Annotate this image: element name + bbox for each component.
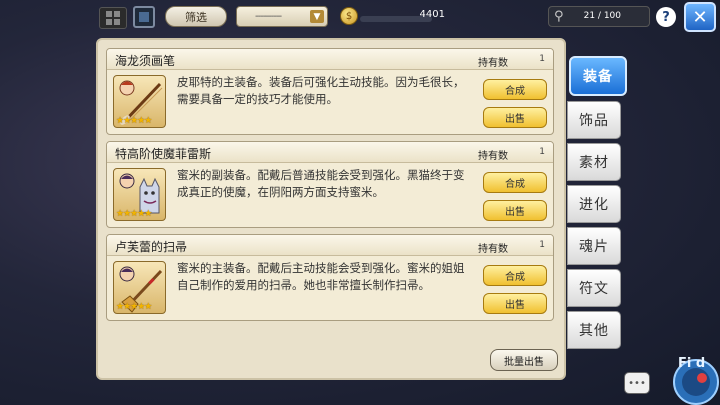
help-button[interactable]: ? bbox=[656, 7, 676, 27]
familiar-cat-icon[interactable]: ★★★★★ bbox=[113, 168, 166, 221]
craft-button[interactable]: 合成 bbox=[483, 172, 547, 193]
grid-view-button[interactable] bbox=[99, 7, 127, 29]
item-card: 海龙须画笔 持有数 1 ★★★★★ 皮耶特的主装备。装备后可强化主动技能。因为毛… bbox=[106, 48, 554, 135]
gold-coin-icon: $ bbox=[340, 7, 358, 25]
item-description: 蜜米的副装备。配戴后普通技能会受到强化。黑猫终于变成真正的使魔，在阴阳两方面支持… bbox=[177, 168, 465, 199]
close-button[interactable]: ✕ bbox=[684, 2, 716, 32]
owned-label: 持有数 bbox=[478, 244, 508, 255]
sort-dropdown-value: ---------- bbox=[255, 11, 282, 22]
craft-button[interactable]: 合成 bbox=[483, 265, 547, 286]
brush-weapon-icon[interactable]: ★★★★★ bbox=[113, 75, 166, 128]
capacity-value: 21 / 100 bbox=[583, 11, 621, 21]
rarity-stars: ★★★★★ bbox=[116, 116, 152, 126]
tab-soul-shard[interactable]: 魂片 bbox=[567, 227, 621, 265]
grid-view-icon bbox=[106, 11, 120, 25]
tab-equipment[interactable]: 装备 bbox=[569, 56, 627, 96]
owned-count: 1 bbox=[539, 240, 545, 250]
item-description: 皮耶特的主装备。装备后可强化主动技能。因为毛很长，需要具备一定的技巧才能使用。 bbox=[177, 75, 465, 106]
sell-button[interactable]: 出售 bbox=[483, 107, 547, 128]
bag-capacity-icon: ⚲ bbox=[554, 9, 564, 24]
list-view-button[interactable] bbox=[133, 6, 155, 28]
capacity-box[interactable]: ⚲ 21 / 100 bbox=[548, 6, 650, 27]
owned-label: 持有数 bbox=[478, 151, 508, 162]
top-bar: 筛选 ---------- ▼ $ 4401 ⚲ 21 / 100 ? ✕ bbox=[0, 0, 720, 34]
owned-count: 1 bbox=[539, 147, 545, 157]
sort-dropdown[interactable]: ---------- ▼ bbox=[236, 6, 328, 27]
list-view-icon bbox=[139, 12, 149, 22]
tab-evolution[interactable]: 进化 bbox=[567, 185, 621, 223]
bulk-sell-button[interactable]: 批量出售 bbox=[490, 349, 558, 371]
sell-button[interactable]: 出售 bbox=[483, 293, 547, 314]
item-card-header: 特高阶使魔菲雷斯 持有数 1 bbox=[107, 142, 553, 163]
tab-other[interactable]: 其他 bbox=[567, 311, 621, 349]
owned-count: 1 bbox=[539, 54, 545, 64]
broom-weapon-icon[interactable]: ★★★★★ bbox=[113, 261, 166, 314]
item-card: 卢芙蕾的扫帚 持有数 1 ★★★★★ 蜜米的主装备。配戴后主动技能会受到强化。蜜… bbox=[106, 234, 554, 321]
tab-rune[interactable]: 符文 bbox=[567, 269, 621, 307]
item-card-header: 海龙须画笔 持有数 1 bbox=[107, 49, 553, 70]
item-name: 特高阶使魔菲雷斯 bbox=[115, 147, 212, 161]
item-description: 蜜米的主装备。配戴后主动技能会受到强化。蜜米的姐姐自己制作的爱用的扫帚。她也非常… bbox=[177, 261, 465, 292]
item-name: 海龙须画笔 bbox=[115, 54, 176, 68]
coin-value: 4401 bbox=[419, 9, 445, 20]
item-list-panel: 海龙须画笔 持有数 1 ★★★★★ 皮耶特的主装备。装备后可强化主动技能。因为毛… bbox=[96, 38, 566, 380]
tab-material[interactable]: 素材 bbox=[567, 143, 621, 181]
item-name: 卢芙蕾的扫帚 bbox=[115, 240, 188, 254]
owned-label: 持有数 bbox=[478, 58, 508, 69]
craft-button[interactable]: 合成 bbox=[483, 79, 547, 100]
chat-icon[interactable]: ••• bbox=[624, 372, 650, 394]
sell-button[interactable]: 出售 bbox=[483, 200, 547, 221]
rarity-stars: ★★★★★ bbox=[116, 209, 152, 219]
rarity-stars: ★★★★★ bbox=[116, 302, 152, 312]
item-card-header: 卢芙蕾的扫帚 持有数 1 bbox=[107, 235, 553, 256]
chevron-down-icon: ▼ bbox=[310, 10, 324, 23]
mascot-label: Fi d bbox=[678, 356, 706, 371]
item-card: 特高阶使魔菲雷斯 持有数 1 ★★★★★ 蜜米的副装备。配戴后普通技能会受到强化… bbox=[106, 141, 554, 228]
filter-button[interactable]: 筛选 bbox=[165, 6, 227, 27]
tab-accessory[interactable]: 饰品 bbox=[567, 101, 621, 139]
